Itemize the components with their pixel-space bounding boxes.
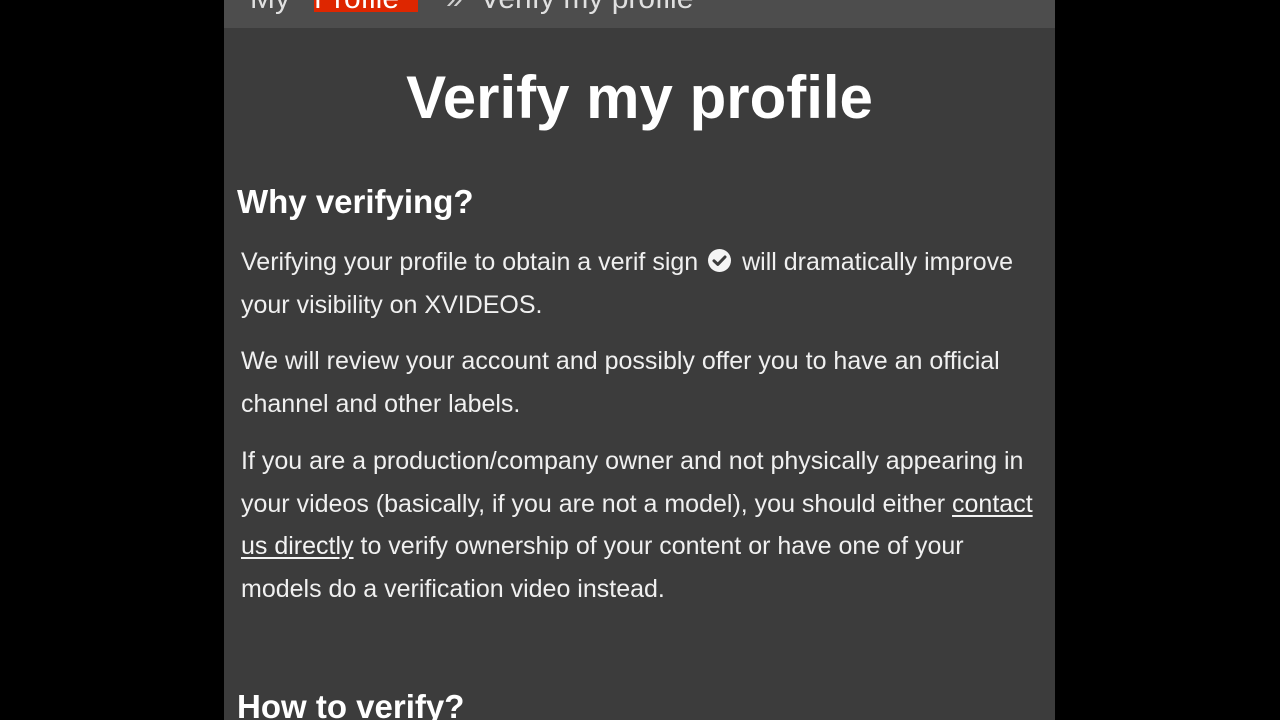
visibility-paragraph: Verifying your profile to obtain a verif…	[241, 241, 1041, 326]
production-text-start: If you are a production/company owner an…	[241, 447, 1024, 518]
check-circle-icon	[708, 249, 732, 272]
breadcrumb-separator: »	[446, 0, 463, 16]
breadcrumb-my[interactable]: My	[250, 0, 290, 16]
production-owner-paragraph: If you are a production/company owner an…	[241, 440, 1041, 610]
page-title: Verify my profile	[406, 64, 873, 131]
page-viewport: My Profile » Verify my profile Verify my…	[224, 0, 1055, 720]
visibility-text-start: Verifying your profile to obtain a verif…	[241, 248, 699, 276]
breadcrumb-current: Verify my profile	[480, 0, 693, 16]
how-to-verify-heading: How to verify?	[237, 688, 465, 720]
why-verifying-heading: Why verifying?	[237, 183, 474, 220]
breadcrumb-profile-link[interactable]: Profile	[314, 0, 418, 12]
breadcrumb: My Profile » Verify my profile	[224, 0, 1055, 28]
review-paragraph: We will review your account and possibly…	[241, 347, 1000, 418]
